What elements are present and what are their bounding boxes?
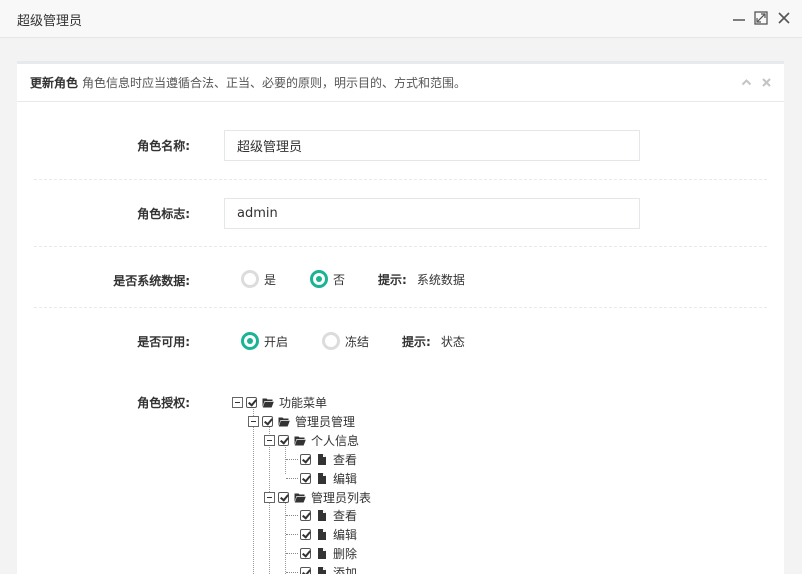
tree-leaf-list-edit[interactable]: 编辑 [286,526,357,542]
divider [34,246,767,247]
tree-leaf-personal-view[interactable]: 查看 [286,451,357,467]
radio-label: 否 [333,272,346,287]
tree-node-label: 编辑 [333,471,358,486]
radio-checked-icon[interactable] [310,270,328,288]
tree-connector [286,571,298,573]
tree-connector [286,552,298,554]
tree-node-label: 管理员管理 [295,414,356,429]
divider [34,307,767,308]
hint-text: 状态 [440,335,465,349]
tree-leaf-list-view[interactable]: 查看 [286,507,357,523]
tree-leaf-list-add[interactable]: 添加 [286,564,357,574]
tree-node-admin-management[interactable]: 管理员管理 [248,413,355,429]
radio-label: 开启 [264,334,289,349]
modal-title: 超级管理员 [17,14,83,29]
role-key-label: 角色标志: [137,207,190,221]
panel-title: 更新角色 [30,76,79,90]
radio-checked-icon[interactable] [241,332,259,350]
permissions-label: 角色授权: [137,396,190,410]
tree-node-admin-list[interactable]: 管理员列表 [264,489,371,505]
folder-open-icon [278,417,290,426]
file-icon [318,509,326,521]
is-system-label: 是否系统数据: [113,274,190,288]
tree-leaf-list-delete[interactable]: 删除 [286,545,357,561]
checkbox-checked-icon[interactable] [300,509,311,521]
panel-description: 角色信息时应当遵循合法、正当、必要的原则，明示目的、方式和范围。 [82,76,467,90]
collapse-toggle-icon[interactable] [264,491,275,503]
role-key-input[interactable] [224,198,640,229]
checkbox-checked-icon[interactable] [300,528,311,540]
checkbox-checked-icon[interactable] [300,472,311,484]
radio-label: 是 [264,272,277,287]
folder-open-icon [294,493,306,502]
is-enabled-option-on[interactable]: 开启 [241,332,288,350]
checkbox-checked-icon[interactable] [300,566,311,574]
tree-connector [253,406,254,574]
is-system-option-no[interactable]: 否 [310,270,345,288]
tree-node-label: 查看 [333,508,358,523]
hint-text: 系统数据 [416,273,465,287]
file-icon [318,547,326,559]
collapse-icon[interactable] [741,77,752,90]
tree-connector [286,514,298,516]
tree-node-label: 个人信息 [311,433,360,448]
panel-title-wrap: 更新角色 角色信息时应当遵循合法、正当、必要的原则，明示目的、方式和范围。 [30,74,466,91]
tree-connector [286,533,298,535]
checkbox-checked-icon[interactable] [278,434,289,446]
file-icon [318,453,326,465]
close-icon[interactable] [776,10,792,26]
tree-node-label: 功能菜单 [279,395,328,410]
panel-tools [741,77,772,90]
is-enabled-option-frozen[interactable]: 冻结 [322,332,369,350]
panel-header: 更新角色 角色信息时应当遵循合法、正当、必要的原则，明示目的、方式和范围。 [17,64,784,102]
collapse-toggle-icon[interactable] [264,434,275,446]
radio-icon[interactable] [322,332,340,350]
modal-titlebar: 超级管理员 [0,0,802,38]
is-enabled-hint: 提示: 状态 [402,333,465,350]
checkbox-checked-icon[interactable] [300,453,311,465]
tree-node-personal-info[interactable]: 个人信息 [264,432,359,448]
is-system-hint: 提示: 系统数据 [378,271,465,288]
tree-node-root[interactable]: 功能菜单 [232,394,327,410]
checkbox-checked-icon[interactable] [278,491,289,503]
role-name-label: 角色名称: [137,139,190,153]
collapse-toggle-icon[interactable] [248,415,259,427]
file-icon [318,566,326,574]
checkbox-checked-icon[interactable] [262,415,273,427]
folder-open-icon [294,436,306,445]
maximize-icon[interactable] [753,10,769,26]
collapse-toggle-icon[interactable] [232,396,243,408]
radio-label: 冻结 [345,334,370,349]
radio-icon[interactable] [241,270,259,288]
tree-node-label: 添加 [333,565,358,574]
tree-leaf-personal-edit[interactable]: 编辑 [286,470,357,486]
folder-open-icon [262,398,274,407]
tree-node-label: 管理员列表 [311,490,372,505]
role-name-input[interactable] [224,130,640,161]
is-system-option-yes[interactable]: 是 [241,270,276,288]
checkbox-checked-icon[interactable] [246,396,257,408]
hint-label: 提示: [378,273,407,287]
divider [34,179,767,180]
tree-connector [286,477,298,479]
tree-node-label: 删除 [333,546,358,561]
checkbox-checked-icon[interactable] [300,547,311,559]
minimize-icon[interactable] [731,10,747,26]
panel-close-icon[interactable] [761,77,772,90]
is-enabled-label: 是否可用: [137,335,190,349]
file-icon [318,472,326,484]
hint-label: 提示: [402,335,431,349]
tree-connector [286,458,298,460]
tree-node-label: 查看 [333,452,358,467]
tree-node-label: 编辑 [333,527,358,542]
file-icon [318,528,326,540]
role-panel: 更新角色 角色信息时应当遵循合法、正当、必要的原则，明示目的、方式和范围。 角色名… [17,61,784,574]
